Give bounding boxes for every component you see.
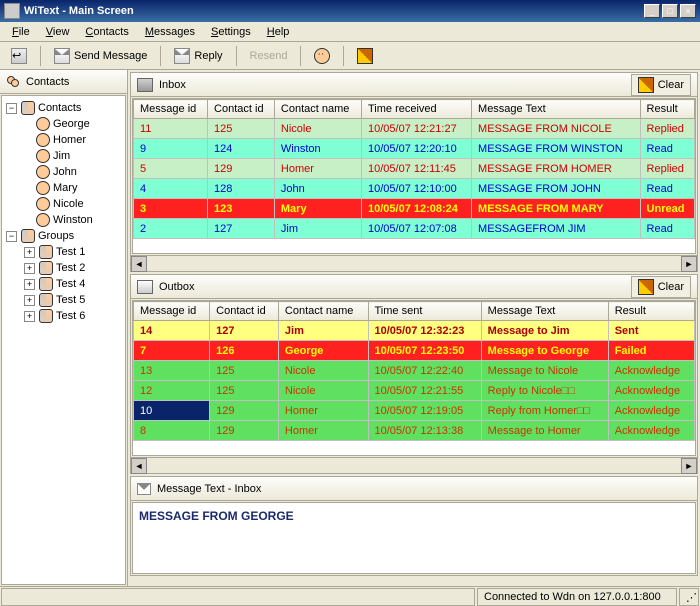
table-row[interactable]: 9124Winston10/05/07 12:20:10MESSAGE FROM… [134,139,695,159]
app-icon [4,3,20,19]
outbox-col-contactid[interactable]: Contact id [210,302,279,321]
reply-button[interactable]: Reply [167,44,229,68]
resend-button[interactable]: Resend [243,46,295,66]
close-button[interactable]: × [680,4,696,18]
message-text-body: MESSAGE FROM GEORGE [132,502,696,574]
status-left [1,588,475,606]
inbox-col-time[interactable]: Time received [362,100,472,119]
inbox-header: Inbox Clear [131,73,697,97]
outbox-header: Outbox Clear [131,275,697,299]
titlebar: WiText - Main Screen _ □ × [0,0,700,22]
group-item[interactable]: +Test 2 [6,260,121,276]
table-row[interactable]: 13125Nicole10/05/07 12:22:40Message to N… [134,361,695,381]
outbox-clear-button[interactable]: Clear [631,276,691,298]
table-row[interactable]: 8129Homer10/05/07 12:13:38Message to Hom… [134,421,695,441]
table-row[interactable]: 11125Nicole10/05/07 12:21:27MESSAGE FROM… [134,119,695,139]
outbox-hscroll[interactable]: ◄► [131,457,697,473]
status-grip: ⋰ [679,588,699,606]
contacts-panel-header: Contacts [0,70,127,94]
brush-icon [638,279,654,295]
inbox-col-msgid[interactable]: Message id [134,100,208,119]
menu-messages[interactable]: Messages [137,24,203,40]
tree-root-groups[interactable]: −Groups [6,228,121,244]
menu-contacts[interactable]: Contacts [77,24,136,40]
inbox-col-text[interactable]: Message Text [472,100,641,119]
table-row[interactable]: 10129Homer10/05/07 12:19:05Reply from Ho… [134,401,695,421]
inbox-col-name[interactable]: Contact name [274,100,361,119]
group-item[interactable]: +Test 4 [6,276,121,292]
menu-help[interactable]: Help [259,24,298,40]
nav-back-button[interactable]: ↩ [4,44,34,68]
contact-item[interactable]: Winston [6,212,121,228]
table-row[interactable]: 7126George10/05/07 12:23:50Message to Ge… [134,341,695,361]
contact-item[interactable]: George [6,116,121,132]
inbox-col-result[interactable]: Result [640,100,694,119]
contact-item[interactable]: Homer [6,132,121,148]
menu-settings[interactable]: Settings [203,24,259,40]
table-row[interactable]: 4128John10/05/07 12:10:00MESSAGE FROM JO… [134,179,695,199]
group-item[interactable]: +Test 1 [6,244,121,260]
menu-view[interactable]: View [38,24,78,40]
minimize-button[interactable]: _ [644,4,660,18]
menubar: File View Contacts Messages Settings Hel… [0,22,700,42]
contact-item[interactable]: Nicole [6,196,121,212]
inbox-hscroll[interactable]: ◄► [131,255,697,271]
send-message-button[interactable]: Send Message [47,44,154,68]
contacts-icon [6,75,20,89]
outbox-col-result[interactable]: Result [608,302,694,321]
toolbar: ↩ Send Message Reply Resend [0,42,700,70]
table-row[interactable]: 2127Jim10/05/07 12:07:08MESSAGEFROM JIMR… [134,219,695,239]
inbox-grid[interactable]: Message id Contact id Contact name Time … [133,99,695,239]
outbox-grid[interactable]: Message id Contact id Contact name Time … [133,301,695,441]
group-item[interactable]: +Test 6 [6,308,121,324]
table-row[interactable]: 14127Jim10/05/07 12:32:23Message to JimS… [134,321,695,341]
brush-icon [638,77,654,93]
contact-item[interactable]: John [6,164,121,180]
maximize-button[interactable]: □ [662,4,678,18]
window-title: WiText - Main Screen [24,5,644,17]
inbox-col-contactid[interactable]: Contact id [208,100,275,119]
outbox-col-text[interactable]: Message Text [481,302,608,321]
face-tool-button[interactable] [307,44,337,68]
status-connection: Connected to Wdn on 127.0.0.1:800 [477,588,677,606]
message-icon [137,483,151,495]
tree-root-contacts[interactable]: −Contacts [6,100,121,116]
message-text-header: Message Text - Inbox [131,477,697,501]
table-row[interactable]: 12125Nicole10/05/07 12:21:55Reply to Nic… [134,381,695,401]
inbox-clear-button[interactable]: Clear [631,74,691,96]
menu-file[interactable]: File [4,24,38,40]
inbox-icon [137,78,153,92]
table-row[interactable]: 5129Homer10/05/07 12:11:45MESSAGE FROM H… [134,159,695,179]
contact-item[interactable]: Jim [6,148,121,164]
table-row[interactable]: 3123Mary10/05/07 12:08:24MESSAGE FROM MA… [134,199,695,219]
outbox-col-name[interactable]: Contact name [278,302,368,321]
group-item[interactable]: +Test 5 [6,292,121,308]
outbox-col-msgid[interactable]: Message id [134,302,210,321]
contacts-tree[interactable]: −Contacts GeorgeHomerJimJohnMaryNicoleWi… [1,95,126,585]
outbox-icon [137,280,153,294]
pencil-tool-button[interactable] [350,44,380,68]
contact-item[interactable]: Mary [6,180,121,196]
statusbar: Connected to Wdn on 127.0.0.1:800 ⋰ [0,586,700,606]
outbox-col-time[interactable]: Time sent [368,302,481,321]
